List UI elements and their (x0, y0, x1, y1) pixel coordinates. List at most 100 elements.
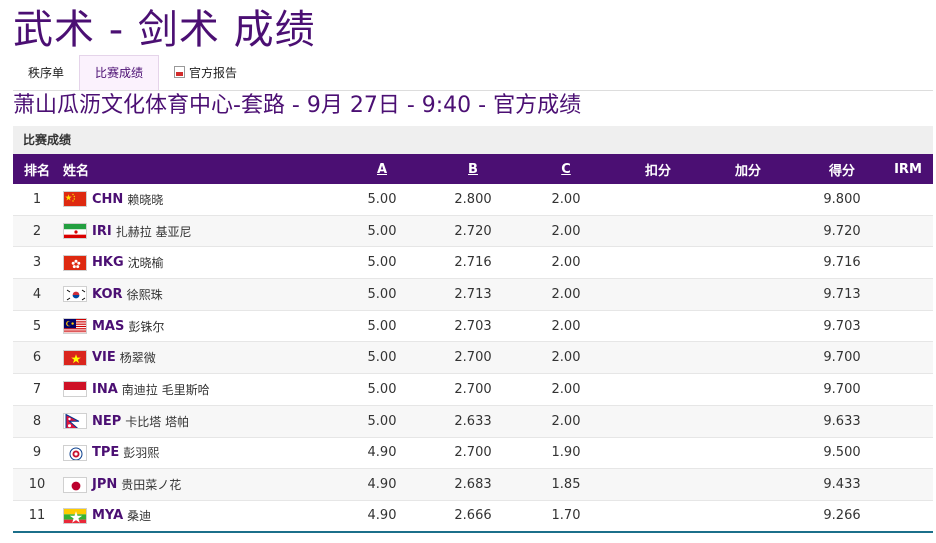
score-a-cell: 5.00 (367, 191, 397, 207)
deduction-cell (619, 311, 697, 342)
noc-code[interactable]: VIE (92, 350, 116, 365)
tab-bar: 秩序单 比赛成绩 官方报告 (13, 55, 252, 91)
noc-code[interactable]: JPN (92, 477, 117, 492)
score-a-cell: 5.00 (367, 413, 397, 429)
addition-cell (709, 406, 787, 437)
athlete-cell: INA 南迪拉 毛里斯哈 (63, 374, 353, 405)
header-name[interactable]: 姓名 (63, 154, 353, 184)
addition-cell (709, 279, 787, 310)
score-a-cell: 5.00 (367, 286, 397, 302)
athlete-name[interactable]: 杨翠微 (120, 349, 156, 366)
deduction-cell (619, 184, 697, 215)
flag-mya-icon (63, 507, 87, 524)
noc-code[interactable]: TPE (92, 445, 119, 460)
athlete-cell: CHN 赖晓晓 (63, 184, 353, 215)
noc-code[interactable]: NEP (92, 414, 121, 429)
score-b-cell: 2.720 (454, 223, 492, 239)
addition-cell (709, 184, 787, 215)
noc-code[interactable]: HKG (92, 255, 124, 270)
tab-start-list[interactable]: 秩序单 (13, 55, 79, 91)
header-a[interactable]: A (343, 154, 421, 184)
athlete-name[interactable]: 南迪拉 毛里斯哈 (122, 381, 210, 398)
score-a-cell: 5.00 (367, 350, 397, 366)
addition-cell (709, 247, 787, 278)
table-row: 6 VIE 杨翠微 5.00 2.700 2.00 9.700 (13, 342, 933, 375)
athlete-name[interactable]: 卡比塔 塔帕 (125, 413, 189, 430)
irm-cell (873, 469, 936, 500)
total-score-cell: 9.703 (823, 318, 861, 334)
athlete-cell: NEP 卡比塔 塔帕 (63, 406, 353, 437)
tab-official-report[interactable]: 官方报告 (159, 55, 252, 91)
noc-code[interactable]: KOR (92, 287, 123, 302)
score-b-cell: 2.703 (454, 318, 492, 334)
table-row: 11 MYA 桑迪 4.90 2.666 1.70 9.266 (13, 500, 936, 533)
deduction-cell (619, 216, 697, 247)
score-a-cell: 4.90 (367, 508, 397, 524)
athlete-cell: MYA 桑迪 (63, 501, 353, 531)
irm-cell (873, 406, 936, 437)
irm-cell (873, 247, 936, 278)
athlete-name[interactable]: 彭羽熙 (123, 444, 159, 461)
score-c-cell: 1.85 (551, 477, 581, 493)
total-score-cell: 9.633 (823, 413, 861, 429)
score-b-cell: 2.716 (454, 255, 492, 271)
irm-cell (873, 216, 936, 247)
flag-iri-icon (63, 223, 87, 240)
noc-code[interactable]: INA (92, 382, 118, 397)
rank-cell: 6 (32, 350, 42, 366)
athlete-name[interactable]: 桑迪 (127, 507, 151, 524)
deduction-cell (619, 247, 697, 278)
header-deduction: 扣分 (644, 163, 671, 179)
athlete-name[interactable]: 沈晓榆 (128, 254, 164, 271)
irm-cell (873, 184, 936, 215)
noc-code[interactable]: CHN (92, 192, 123, 207)
athlete-name[interactable]: 扎赫拉 基亚尼 (116, 223, 192, 240)
athlete-name[interactable]: 贵田菜ノ花 (121, 476, 181, 493)
score-a-cell: 5.00 (367, 381, 397, 397)
noc-code[interactable]: MAS (92, 319, 124, 334)
deduction-cell (619, 469, 697, 500)
flag-nep-icon (63, 413, 87, 430)
page-title: 武术 - 剑术 成绩 (13, 7, 316, 53)
addition-cell (709, 216, 787, 247)
noc-code[interactable]: IRI (92, 224, 112, 239)
irm-cell (873, 438, 936, 469)
score-c-cell: 2.00 (551, 413, 581, 429)
deduction-cell (619, 501, 697, 531)
header-c[interactable]: C (527, 154, 605, 184)
rank-cell: 5 (32, 318, 42, 334)
flag-chn-icon (63, 191, 87, 208)
section-header: 比赛成绩 (13, 126, 933, 154)
flag-kor-icon (63, 286, 87, 303)
flag-tpe-icon (63, 444, 87, 461)
score-a-cell: 5.00 (367, 318, 397, 334)
table-row: 8 NEP 卡比塔 塔帕 5.00 2.633 2.00 9.633 (13, 405, 936, 438)
addition-cell (709, 374, 787, 405)
flag-ina-icon (63, 381, 87, 398)
noc-code[interactable]: MYA (92, 508, 123, 523)
score-c-cell: 2.00 (551, 350, 581, 366)
irm-cell (873, 311, 936, 342)
athlete-cell: IRI 扎赫拉 基亚尼 (63, 216, 353, 247)
addition-cell (709, 438, 787, 469)
pdf-icon (174, 66, 186, 78)
table-row: 2 IRI 扎赫拉 基亚尼 5.00 2.720 2.00 9.720 (13, 215, 936, 248)
header-score[interactable]: 得分 (803, 154, 881, 184)
irm-cell (873, 501, 936, 531)
score-a-cell: 4.90 (367, 445, 397, 461)
addition-cell (709, 342, 787, 373)
athlete-name[interactable]: 彭铢尔 (128, 318, 164, 335)
table-row: 9 TPE 彭羽熙 4.90 2.700 1.90 9.500 (13, 437, 936, 470)
header-rank[interactable]: 排名 (13, 154, 61, 184)
score-c-cell: 2.00 (551, 318, 581, 334)
score-b-cell: 2.633 (454, 413, 492, 429)
table-row: 4 KOR 徐熙珠 5.00 2.713 2.00 9.713 (13, 279, 933, 311)
tab-results[interactable]: 比赛成绩 (79, 55, 160, 91)
rank-cell: 10 (28, 477, 46, 493)
athlete-cell: HKG 沈晓榆 (63, 247, 353, 278)
athlete-name[interactable]: 徐熙珠 (127, 286, 163, 303)
athlete-name[interactable]: 赖晓晓 (127, 191, 163, 208)
deduction-cell (619, 374, 697, 405)
table-header-row: 排名 姓名 A B C 扣分 加分 得分 IRM (13, 154, 933, 184)
header-b[interactable]: B (433, 154, 513, 184)
